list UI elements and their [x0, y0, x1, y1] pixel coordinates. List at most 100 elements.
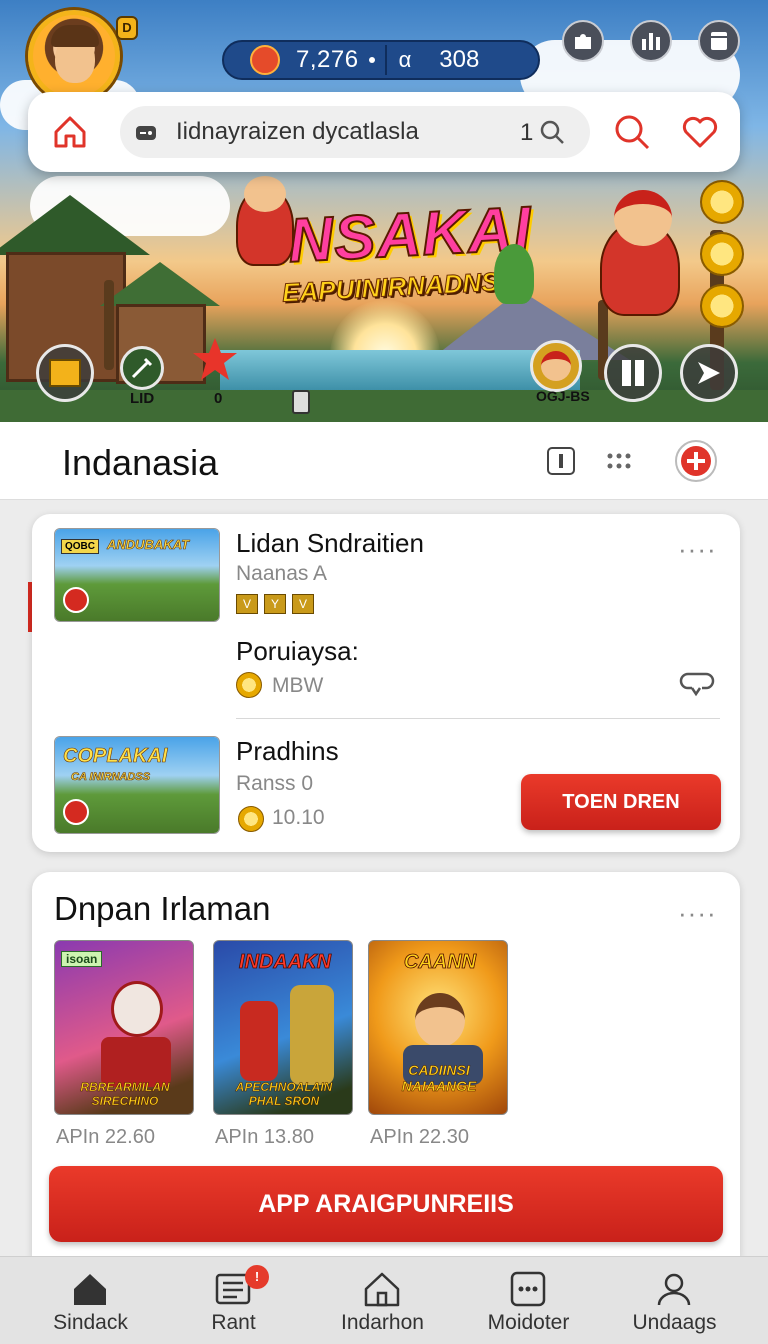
section-header: Indanasia [0, 422, 768, 500]
coin-icon [236, 672, 262, 698]
join-button[interactable]: TOEN DREN [521, 774, 721, 830]
divider [384, 45, 387, 75]
item-title[interactable]: Pradhins [236, 736, 339, 767]
banner-label-left: LID [130, 390, 155, 407]
next-button[interactable] [680, 344, 738, 402]
game-controller-icon [136, 126, 156, 140]
puzzle-icon [575, 34, 591, 49]
roof [0, 195, 150, 255]
gem-icon: α [398, 47, 412, 72]
bottom-nav: Sindack ! Rant Indarhon Moidoter Undaags [0, 1256, 768, 1344]
more-options-button[interactable]: ···· [678, 534, 717, 565]
roof [100, 262, 220, 306]
add-icon[interactable] [674, 439, 718, 483]
game-price: APIn 22.60 [56, 1126, 155, 1148]
section-title: Indanasia [62, 442, 219, 483]
coin-icon [238, 806, 264, 832]
character-body [240, 1001, 278, 1081]
banner-label-right: OGJ-BS [536, 388, 590, 404]
game-title: CAANN [403, 951, 477, 974]
sword-icon [131, 357, 153, 379]
game-caption: RBREARMILAN SIRECHINO [80, 1080, 170, 1109]
stats-button[interactable] [630, 20, 672, 62]
pause-button[interactable] [604, 344, 662, 402]
nav-label: Moidoter [487, 1311, 570, 1334]
character-face-icon [111, 981, 163, 1037]
app-cta-button[interactable]: APP ARAIGPUNREIIS [49, 1166, 723, 1242]
menu-button[interactable] [698, 20, 740, 62]
popular-title: Dnpan Irlaman [54, 890, 271, 927]
coin-balance: 7,276 [296, 46, 359, 73]
ground [0, 390, 768, 422]
skills-button[interactable] [120, 346, 164, 390]
item-title[interactable]: Lidan Sndraitien [236, 528, 424, 559]
item-price: MBW [272, 674, 324, 697]
thumbnail-title: ANDUBAKAT [107, 537, 190, 553]
popular-card: Dnpan Irlaman ···· isoan RBREARMILAN SIR… [32, 872, 740, 1258]
game-caption: APECHNOALAIN PHAL SRON [235, 1080, 333, 1109]
nav-label: Indarhon [341, 1311, 424, 1334]
book-icon [711, 32, 727, 50]
item-subtitle: Naanas A [236, 562, 328, 585]
heart-icon[interactable] [680, 112, 720, 152]
game-price: APIn 13.80 [215, 1126, 314, 1148]
character [494, 244, 534, 304]
grid-dots-icon[interactable] [604, 446, 634, 476]
item-subtitle: Ranss 0 [236, 772, 314, 795]
character-face-icon [415, 993, 465, 1047]
nav-item-rant[interactable]: ! Rant [157, 1257, 310, 1344]
coin-icon [700, 180, 744, 224]
nav-label: Rant [211, 1311, 256, 1334]
search-input[interactable] [176, 116, 506, 148]
character-head [244, 176, 286, 212]
search-field[interactable]: 1 [120, 106, 590, 158]
thumbnail-tag: QOBC [61, 539, 99, 554]
game-caption: CADIINSI NAIAANGE [401, 1062, 477, 1095]
item-title[interactable]: Poruiaysa: [236, 636, 359, 667]
character-body [290, 985, 334, 1085]
home-icon[interactable] [50, 112, 90, 152]
character-face-icon [541, 351, 571, 381]
inventory-button[interactable] [36, 344, 94, 402]
user-icon [657, 1273, 691, 1306]
profile-badge[interactable] [530, 340, 582, 392]
hero-banner[interactable]: INSAKAI EAPUINIRNADNS LID 0 OGJ-BS D 7,2… [0, 0, 768, 422]
nav-item-indarhon[interactable]: Indarhon [306, 1257, 459, 1344]
nav-item-undaags[interactable]: Undaags [598, 1257, 751, 1344]
info-icon[interactable] [546, 446, 576, 476]
search-icon[interactable] [538, 118, 566, 146]
puzzle-button[interactable] [562, 20, 604, 62]
coin-character-icon [250, 45, 280, 75]
coin-icon [700, 284, 744, 328]
game-thumbnail[interactable]: COPLAKAI CA INIRNADSS [54, 736, 220, 834]
featured-card: ANDUBAKAT QOBC Lidan Sndraitien Naanas A… [32, 514, 740, 852]
rank-badge: V [292, 594, 314, 614]
gem-balance: 308 [439, 46, 480, 73]
share-icon[interactable] [678, 666, 716, 700]
game-thumbnail[interactable]: ANDUBAKAT QOBC [54, 528, 220, 622]
sea [220, 350, 580, 390]
chest-icon [49, 359, 81, 387]
currency-bar[interactable]: 7,276 α 308 [222, 40, 540, 80]
separator-dot [368, 57, 375, 63]
game-tile[interactable]: isoan RBREARMILAN SIRECHINO [54, 940, 194, 1115]
avatar[interactable] [28, 10, 120, 102]
game-tile[interactable]: CAANN CADIINSI NAIAANGE [368, 940, 508, 1115]
search-count: 1 [520, 119, 534, 146]
arrow-right-icon [698, 362, 720, 384]
game-badge-icon [63, 799, 89, 825]
thumbnail-title: COPLAKAI [63, 745, 168, 768]
more-options-button[interactable]: ···· [678, 898, 717, 929]
pause-icon [622, 360, 644, 386]
home-icon [74, 1274, 106, 1305]
search-icon[interactable] [612, 112, 652, 152]
character-head [614, 190, 672, 246]
game-badge-icon [63, 587, 89, 613]
nav-item-home[interactable]: Sindack [14, 1257, 167, 1344]
coin-icon [700, 232, 744, 276]
game-tile[interactable]: INDAAKN APECHNOALAIN PHAL SRON [213, 940, 353, 1115]
nav-item-moidoter[interactable]: Moidoter [452, 1257, 605, 1344]
dots-box-icon [510, 1271, 546, 1307]
level-badge: D [116, 16, 138, 40]
search-card: 1 [28, 92, 740, 172]
